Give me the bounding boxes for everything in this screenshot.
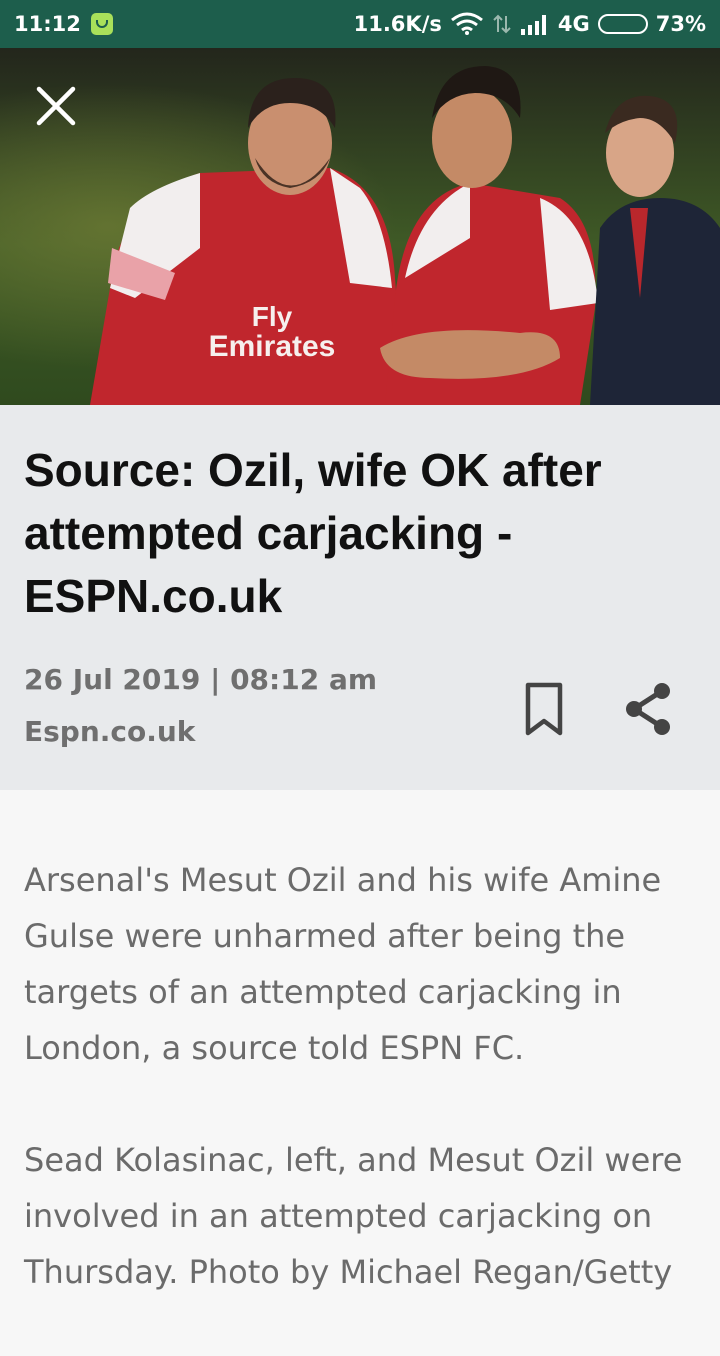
status-time: 11:12 xyxy=(14,12,81,36)
article-paragraph: Arsenal's Mesut Ozil and his wife Amine … xyxy=(24,861,662,1067)
article-photo: Fly Emirates xyxy=(0,48,720,405)
battery-percent: 73% xyxy=(655,12,706,36)
share-icon xyxy=(626,683,670,735)
close-button[interactable] xyxy=(30,80,82,132)
network-type: 4G xyxy=(557,12,590,36)
article-paragraph: Sead Kolasinac, left, and Mesut Ozil wer… xyxy=(24,1141,683,1291)
article-body: Arsenal's Mesut Ozil and his wife Amine … xyxy=(24,852,696,1356)
app-notification-icon xyxy=(90,13,113,35)
article-photo-illustration: Fly Emirates xyxy=(0,48,720,405)
article-headline: Source: Ozil, wife OK after attempted ca… xyxy=(24,444,602,622)
status-bar: 11:12 11.6K/s 4G 73% xyxy=(0,0,720,48)
wifi-icon xyxy=(450,12,483,35)
battery-icon xyxy=(597,14,648,34)
share-button[interactable] xyxy=(616,677,680,741)
network-speed: 11.6K/s xyxy=(353,12,442,36)
article-source: Espn.co.uk xyxy=(24,715,196,748)
bookmark-icon xyxy=(525,682,563,736)
svg-text:Fly: Fly xyxy=(252,301,293,332)
signal-icon xyxy=(520,15,546,35)
article-date: 26 Jul 2019 | 08:12 am xyxy=(24,663,378,696)
close-icon xyxy=(36,86,76,126)
data-arrows-icon xyxy=(493,14,511,34)
bookmark-button[interactable] xyxy=(516,679,572,739)
article-header: Source: Ozil, wife OK after attempted ca… xyxy=(0,405,720,790)
svg-text:Emirates: Emirates xyxy=(209,330,336,363)
